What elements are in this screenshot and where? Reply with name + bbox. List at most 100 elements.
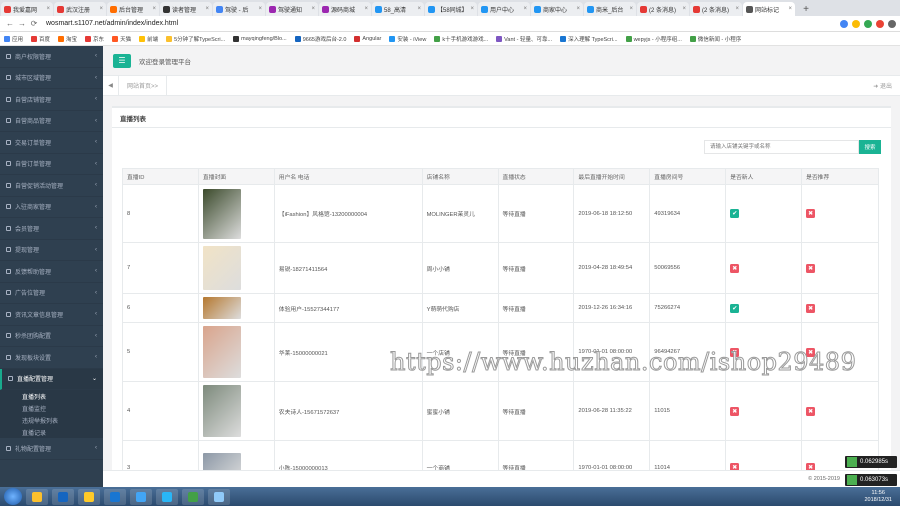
sidebar-item[interactable]: 入驻商家管理 ‹ (0, 197, 103, 218)
cross-icon[interactable]: ✖ (806, 209, 816, 218)
url-input[interactable]: wosmart.s1107.net/admin/index/index.html (46, 20, 178, 27)
bookmark-item[interactable]: Vant - 轻量、可靠... (496, 35, 552, 43)
sidebar-item[interactable]: 发现板块设置 ‹ (0, 347, 103, 369)
check-icon[interactable]: ✔ (730, 303, 740, 313)
browser-tab[interactable]: 读者管理 × (160, 2, 212, 16)
system-clock[interactable]: 11:56 2018/12/31 (864, 490, 892, 504)
close-icon[interactable]: × (735, 6, 739, 12)
browser-tab[interactable]: (2 条消息) × (637, 2, 689, 16)
bookmark-item[interactable]: Angular (354, 35, 381, 42)
browser-tab[interactable]: 我爱嘉网 × (1, 2, 53, 16)
cover-image[interactable] (202, 326, 241, 378)
bookmark-item[interactable]: 京东 (85, 35, 104, 43)
browser-tab[interactable]: 商家中心 × (531, 2, 583, 16)
close-icon[interactable]: × (523, 6, 527, 12)
search-input[interactable] (704, 140, 859, 154)
bookmark-item[interactable]: 应用 (4, 35, 23, 43)
taskbar-app-wechat[interactable] (182, 488, 204, 505)
start-button[interactable] (4, 488, 22, 505)
check-icon[interactable]: ✔ (730, 209, 740, 218)
sidebar-item[interactable]: 自营促销活动管理 ‹ (0, 175, 103, 197)
menu-icon[interactable] (888, 19, 896, 28)
bookmark-item[interactable]: 微信新闻 - 小程序 (689, 35, 741, 43)
browser-tab[interactable]: 58_高清 × (372, 2, 424, 16)
sidebar-item[interactable]: 城市区域管理 ‹ (0, 68, 103, 89)
taskbar-app-folder[interactable] (78, 488, 100, 505)
cover-image[interactable] (202, 246, 241, 290)
extension-icon[interactable] (876, 19, 884, 28)
cross-icon[interactable]: ✖ (730, 406, 740, 416)
sidebar-item[interactable]: 广告位管理 ‹ (0, 283, 103, 304)
sidebar-subitem[interactable]: 直播记录 (0, 426, 103, 438)
browser-tab[interactable]: 后台管理 × (107, 2, 159, 16)
sidebar-item[interactable]: 自营店铺管理 ‹ (0, 89, 103, 111)
close-icon[interactable]: × (629, 6, 633, 12)
forward-arrow-icon[interactable]: → (16, 19, 28, 28)
extension-icon[interactable] (864, 19, 872, 28)
bookmark-item[interactable]: 天猫 (112, 35, 131, 43)
close-icon[interactable]: × (576, 6, 580, 12)
sidebar-item[interactable]: 直播配置管理 ⌄ (0, 368, 103, 390)
close-icon[interactable]: × (46, 6, 50, 12)
close-icon[interactable]: × (99, 6, 103, 12)
cross-icon[interactable]: ✖ (806, 303, 816, 313)
close-icon[interactable]: × (152, 6, 156, 12)
reload-icon[interactable]: ⟳ (28, 19, 40, 28)
sidebar-subitem[interactable]: 违规举报列表 (0, 414, 103, 426)
cross-icon[interactable]: ✖ (806, 263, 816, 273)
close-icon[interactable]: × (417, 6, 421, 12)
sidebar-subitem[interactable]: 直播监控 (0, 402, 103, 414)
bookmark-item[interactable]: 淘宝 (58, 35, 77, 43)
sidebar-item[interactable]: 商户权限管理 ‹ (0, 46, 103, 68)
sidebar-item[interactable]: 会员管理 ‹ (0, 218, 103, 240)
sidebar-item[interactable]: 自营商品管理 ‹ (0, 111, 103, 132)
sidebar-item[interactable]: 反馈帮助管理 ‹ (0, 261, 103, 283)
taskbar-app-notepad[interactable] (208, 488, 230, 505)
close-icon[interactable]: × (470, 6, 474, 12)
browser-tab[interactable]: 驾驶 - 后 × (213, 2, 265, 16)
taskbar-app-ie[interactable] (130, 488, 152, 505)
taskbar-app-qq[interactable] (156, 488, 178, 505)
cover-image[interactable] (202, 297, 241, 319)
new-tab-icon[interactable]: + (799, 2, 813, 16)
tab-home[interactable]: 网站首页>> (119, 76, 168, 95)
bookmark-item[interactable]: 前端 (139, 35, 158, 43)
back-arrow-icon[interactable]: ← (4, 19, 16, 28)
browser-tab[interactable]: 网站标记 × (743, 2, 795, 16)
close-icon[interactable]: × (788, 6, 792, 12)
close-icon[interactable]: × (311, 6, 315, 12)
scroll-left-icon[interactable]: ◀ (103, 76, 119, 95)
bookmark-item[interactable]: 百度 (31, 35, 50, 43)
close-icon[interactable]: × (258, 6, 262, 12)
close-icon[interactable]: × (205, 6, 209, 12)
taskbar-app-app[interactable] (52, 488, 74, 505)
browser-tab[interactable]: 武汉注册 × (54, 2, 106, 16)
browser-tab[interactable]: 商米_后台 × (584, 2, 636, 16)
cover-image[interactable] (202, 385, 241, 437)
logout-button[interactable]: ➜ 退出 (873, 81, 900, 90)
browser-tab[interactable]: 源码商城 × (319, 2, 371, 16)
bookmark-item[interactable]: k十手机游戏游戏... (434, 35, 488, 43)
cross-icon[interactable]: ✖ (806, 406, 816, 416)
browser-tab[interactable]: 驾驶通知 × (266, 2, 318, 16)
extension-icon[interactable] (840, 19, 848, 28)
menu-toggle-button[interactable]: ☰ (113, 53, 131, 68)
browser-tab[interactable]: 【58同城】 × (425, 2, 477, 16)
cover-image[interactable] (202, 188, 241, 239)
search-button[interactable]: 搜索 (859, 140, 881, 154)
taskbar-app-chrome[interactable] (26, 488, 48, 505)
sidebar-item[interactable]: 自营订单管理 ‹ (0, 154, 103, 175)
sidebar-item[interactable]: 礼物配置管理 ‹ (0, 438, 103, 460)
bookmark-item[interactable]: 安装 - iView (389, 35, 426, 43)
sidebar-item[interactable]: 提现管理 ‹ (0, 240, 103, 261)
bookmark-item[interactable]: 9665游戏后台-2.0 (294, 35, 346, 43)
close-icon[interactable]: × (682, 6, 686, 12)
sidebar-item[interactable]: 资讯文章信息管理 ‹ (0, 304, 103, 326)
extension-icon[interactable] (852, 19, 860, 28)
taskbar-app-word[interactable] (104, 488, 126, 505)
browser-tab[interactable]: 用户中心 × (478, 2, 530, 16)
sidebar-item[interactable]: 交易订单管理 ‹ (0, 132, 103, 154)
sidebar-item[interactable]: 秒杀团购配置 ‹ (0, 326, 103, 347)
browser-tab[interactable]: (2 条消息) × (690, 2, 742, 16)
sidebar-subitem[interactable]: 直播列表 (0, 390, 103, 402)
